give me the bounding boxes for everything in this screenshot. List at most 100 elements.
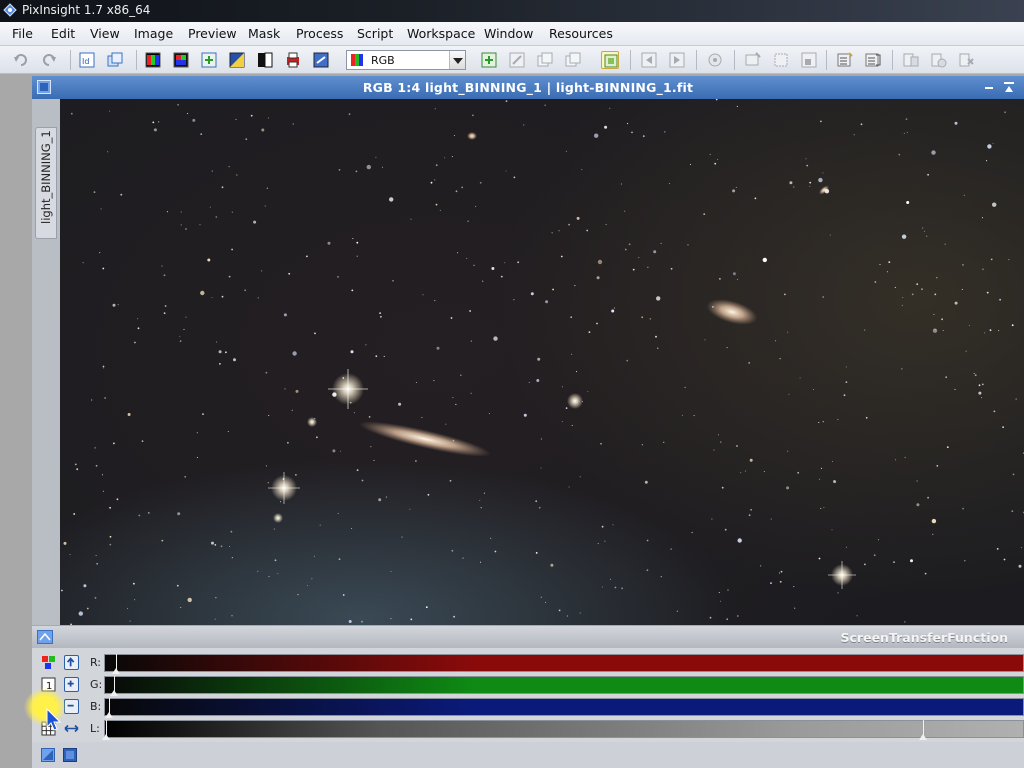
app-title: PixInsight 1.7 x86_64: [22, 3, 151, 17]
stf-row-green: 1 G:: [32, 675, 1024, 696]
star-field: [61, 99, 1024, 625]
midtones-marker[interactable]: [919, 720, 927, 740]
mouse-cursor-icon: [46, 708, 62, 731]
horizontal-zoom-icon[interactable]: [64, 721, 79, 736]
toolbar-separator: [826, 50, 827, 70]
menu-window[interactable]: Window: [484, 26, 533, 41]
shade-icon[interactable]: [1002, 80, 1016, 94]
menu-workspace[interactable]: Workspace: [407, 26, 475, 41]
pixinsight-logo-icon: [3, 3, 17, 17]
main-toolbar: Id RGB: [0, 46, 1024, 74]
luminance-channel-slider[interactable]: [102, 720, 1024, 740]
redo-icon[interactable]: [40, 51, 58, 69]
blue-channel-slider[interactable]: [104, 698, 1024, 718]
auto-stf-icon[interactable]: [256, 51, 274, 69]
readout-icon[interactable]: [744, 51, 762, 69]
shadows-marker[interactable]: [105, 698, 113, 718]
channel-label-g: G:: [90, 678, 103, 691]
menu-file[interactable]: File: [12, 26, 33, 41]
next-icon[interactable]: [668, 51, 686, 69]
svg-text:Id: Id: [82, 57, 89, 66]
channel-label-b: B:: [90, 700, 102, 713]
small-galaxy: [467, 132, 477, 140]
zoom-minus-icon[interactable]: [64, 699, 79, 714]
menu-script[interactable]: Script: [357, 26, 393, 41]
menu-preview[interactable]: Preview: [188, 26, 237, 41]
zoom-in-icon[interactable]: [836, 51, 854, 69]
image-window: RGB 1:4 light_BINNING_1 | light-BINNING_…: [32, 76, 1024, 625]
menu-view[interactable]: View: [90, 26, 120, 41]
reset-icon[interactable]: [64, 655, 79, 670]
new-preview-icon[interactable]: [480, 51, 498, 69]
edit-preview-icon[interactable]: [508, 51, 526, 69]
stf-title-bar[interactable]: ScreenTransferFunction: [32, 626, 1024, 648]
stf-row-lum: L:: [32, 719, 1024, 740]
stf-row-blue: B:: [32, 697, 1024, 718]
explorer-icon[interactable]: [930, 51, 948, 69]
zoom-one-icon[interactable]: [800, 51, 818, 69]
script-icon[interactable]: [902, 51, 920, 69]
view-tab[interactable]: light_BINNING_1: [35, 127, 57, 239]
image-window-title-bar[interactable]: RGB 1:4 light_BINNING_1 | light-BINNING_…: [32, 76, 1024, 99]
menu-mask[interactable]: Mask: [248, 26, 280, 41]
view-tab-label: light_BINNING_1: [39, 130, 53, 224]
channel-select-value: RGB: [371, 54, 395, 67]
toolbar-separator: [696, 50, 697, 70]
screen-transfer-function-panel: ScreenTransferFunction R: 1 G: B: L:: [32, 626, 1024, 768]
shadows-marker[interactable]: [102, 720, 110, 740]
new-image-icon[interactable]: [200, 51, 218, 69]
menu-resources[interactable]: Resources: [549, 26, 613, 41]
shadows-marker[interactable]: [110, 676, 118, 696]
red-channel-slider[interactable]: [104, 654, 1024, 674]
apply-global-icon[interactable]: [63, 748, 77, 762]
rgb-swatch-icon: [351, 54, 363, 66]
menu-process[interactable]: Process: [296, 26, 343, 41]
image-window-title: RGB 1:4 light_BINNING_1 | light-BINNING_…: [362, 80, 694, 95]
copy-preview-icon[interactable]: [536, 51, 554, 69]
new-instance-icon[interactable]: [41, 748, 55, 762]
rgb-channels-icon[interactable]: [144, 51, 162, 69]
chevron-down-icon[interactable]: [449, 51, 465, 69]
green-channel-slider[interactable]: [104, 676, 1024, 696]
delete-preview-icon[interactable]: [564, 51, 582, 69]
previous-icon[interactable]: [640, 51, 658, 69]
toolbar-separator: [136, 50, 137, 70]
mask-enable-icon[interactable]: [601, 51, 619, 69]
galaxy-edge-on: [358, 421, 492, 457]
lock-icon[interactable]: [706, 51, 724, 69]
panel-menu-icon[interactable]: [37, 630, 53, 644]
minimize-icon[interactable]: [982, 80, 996, 94]
toolbar-separator: [734, 50, 735, 70]
toolbar-separator: [630, 50, 631, 70]
invert-icon[interactable]: [228, 51, 246, 69]
channel-label-l: L:: [90, 722, 100, 735]
channel-select[interactable]: RGB: [346, 50, 466, 70]
stf-title: ScreenTransferFunction: [840, 630, 1008, 645]
workspace-left-strip: [0, 74, 32, 768]
stf-row-red: R:: [32, 653, 1024, 674]
history-icon[interactable]: [958, 51, 976, 69]
image-viewport[interactable]: [60, 99, 1024, 625]
shadows-marker[interactable]: [112, 654, 120, 674]
clone-view-icon[interactable]: [106, 51, 124, 69]
menu-edit[interactable]: Edit: [51, 26, 75, 41]
stf-bottom-bar: [32, 742, 1024, 768]
process-icon[interactable]: [864, 51, 882, 69]
identifier-icon[interactable]: Id: [78, 51, 96, 69]
color-channels-icon[interactable]: [172, 51, 190, 69]
zoom-fit-icon[interactable]: [772, 51, 790, 69]
bright-stars: [268, 369, 856, 589]
astro-image: [61, 99, 1024, 625]
undo-icon[interactable]: [12, 51, 30, 69]
menu-image[interactable]: Image: [134, 26, 173, 41]
print-icon[interactable]: [284, 51, 302, 69]
toolbar-separator: [70, 50, 71, 70]
toolbar-separator: [892, 50, 893, 70]
image-window-tab-strip: light_BINNING_1: [32, 99, 60, 625]
zoom-plus-icon[interactable]: [64, 677, 79, 692]
link-channels-icon[interactable]: [41, 655, 56, 670]
app-title-bar: PixInsight 1.7 x86_64: [0, 0, 1024, 22]
menu-bar: File Edit View Image Preview Mask Proces…: [0, 22, 1024, 46]
channel-label-r: R:: [90, 656, 102, 669]
refresh-icon[interactable]: [312, 51, 330, 69]
